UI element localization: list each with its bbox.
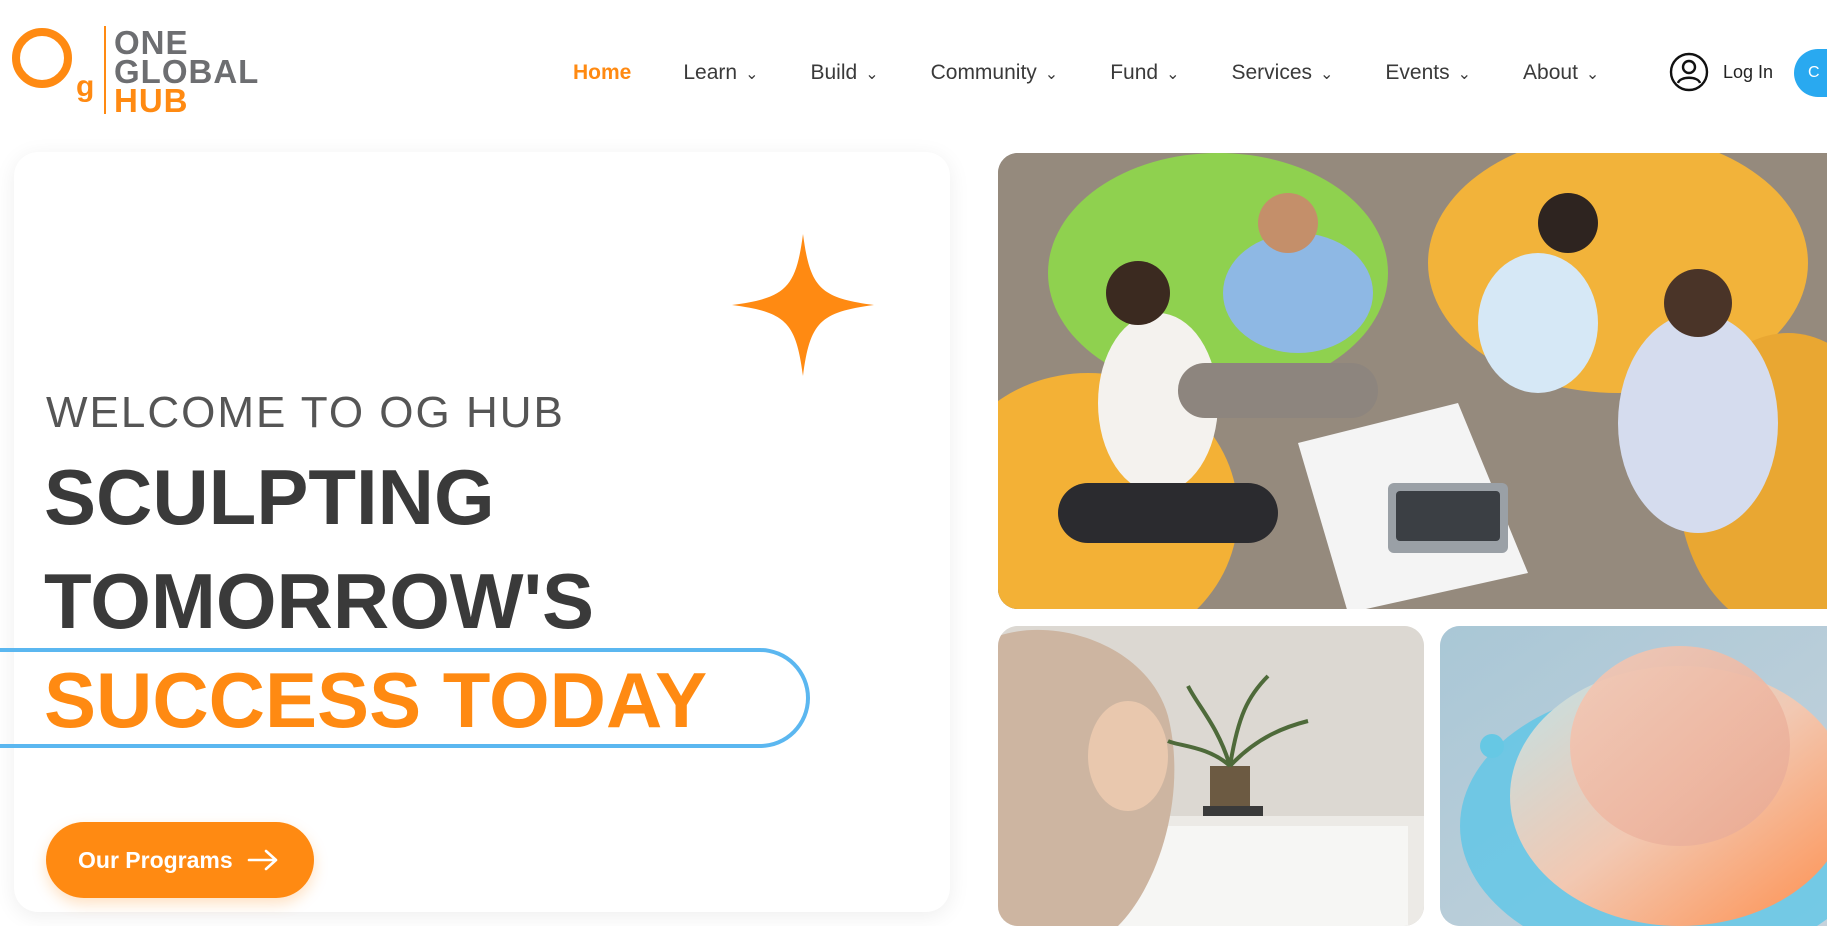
site-logo[interactable]: g ONE GLOBAL HUB: [12, 24, 282, 119]
chevron-down-icon: ⌄: [745, 66, 759, 83]
header-cta-button[interactable]: C: [1794, 49, 1827, 97]
logo-mark-letter: g: [76, 70, 95, 103]
nav-item-about[interactable]: About ⌄: [1523, 61, 1599, 85]
nav-item-label: Build: [810, 61, 858, 84]
nav-item-home[interactable]: Home: [573, 61, 631, 85]
chevron-down-icon: ⌄: [1320, 66, 1334, 83]
our-programs-label: Our Programs: [78, 846, 233, 873]
user-circle-icon: [1669, 52, 1709, 92]
chevron-down-icon: ⌄: [1044, 66, 1059, 83]
chevron-down-icon: ⌄: [1166, 66, 1180, 83]
nav-item-label: Community: [930, 61, 1037, 84]
header-cta-label: C: [1808, 64, 1820, 81]
hero-welcome-text: WELCOME TO OG HUB: [46, 388, 565, 437]
sparkle-icon: [732, 234, 874, 376]
nav-item-label: Services: [1231, 61, 1313, 84]
nav-item-label: Events: [1385, 61, 1450, 84]
login-link[interactable]: Log In: [1669, 52, 1773, 92]
our-programs-button[interactable]: Our Programs: [46, 822, 314, 898]
nav-item-fund[interactable]: Fund ⌄: [1110, 61, 1179, 85]
nav-item-build[interactable]: Build ⌄: [810, 61, 878, 85]
hero-headline-line2: TOMORROW'S: [44, 557, 595, 645]
nav-item-learn[interactable]: Learn ⌄: [683, 61, 758, 85]
chevron-down-icon: ⌄: [1585, 66, 1600, 83]
abstract-3d-render: [1440, 626, 1827, 926]
team-meeting-photo: [998, 153, 1827, 609]
arrow-right-icon: [247, 849, 277, 871]
logo-circle-icon: [12, 28, 72, 88]
main-navigation: Home Learn ⌄ Build ⌄ Community ⌄ Fund ⌄ …: [573, 57, 1651, 89]
nav-item-label: Fund: [1110, 61, 1159, 84]
hero-headline-line3: SUCCESS TODAY: [44, 656, 708, 744]
login-label: Log In: [1723, 61, 1774, 82]
nav-item-events[interactable]: Events ⌄: [1385, 61, 1471, 85]
woman-working-photo: [998, 626, 1424, 926]
hero-headline-line1: SCULPTING: [44, 453, 495, 541]
logo-text-hub: HUB: [114, 82, 189, 119]
nav-item-label: About: [1523, 61, 1578, 84]
nav-item-community[interactable]: Community ⌄: [931, 61, 1059, 85]
nav-item-label: Learn: [683, 61, 738, 84]
chevron-down-icon: ⌄: [865, 66, 879, 83]
chevron-down-icon: ⌄: [1457, 66, 1472, 83]
nav-item-label: Home: [573, 61, 632, 84]
logo-divider: [104, 26, 106, 114]
nav-item-services[interactable]: Services ⌄: [1231, 61, 1333, 85]
